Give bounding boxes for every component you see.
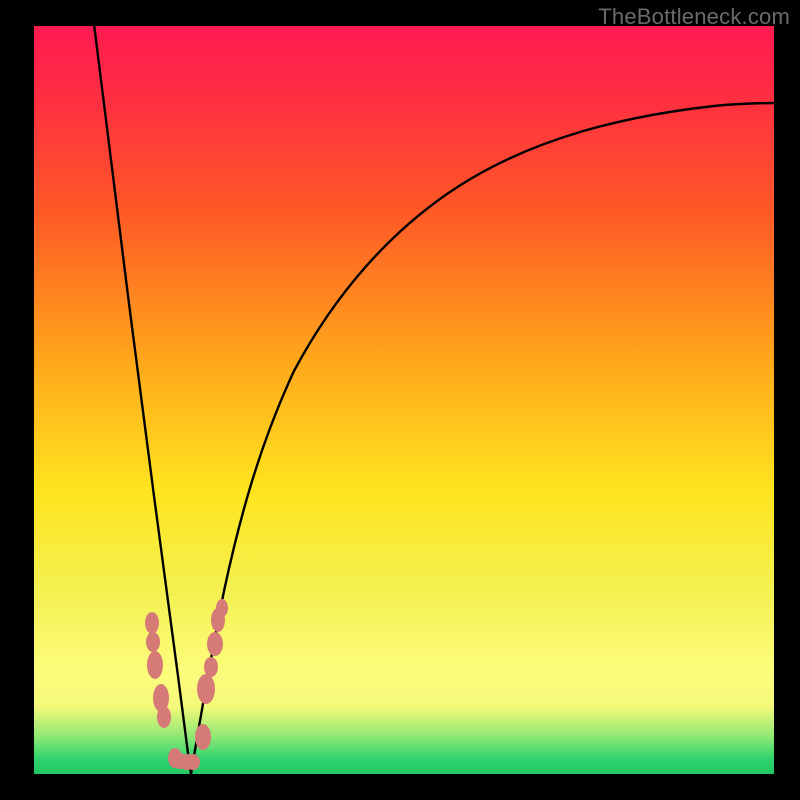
bead xyxy=(157,706,171,728)
bead xyxy=(147,651,163,679)
bead xyxy=(216,599,228,617)
bead xyxy=(197,674,215,704)
watermark-text: TheBottleneck.com xyxy=(598,4,790,30)
bead xyxy=(195,724,211,750)
bead xyxy=(186,754,200,770)
plot-area xyxy=(34,26,774,774)
bead xyxy=(146,632,160,652)
outer-frame: TheBottleneck.com xyxy=(0,0,800,800)
curve-right-branch xyxy=(191,103,774,774)
bead xyxy=(204,657,218,677)
bead xyxy=(145,612,159,634)
curve-left-branch xyxy=(94,26,191,774)
bead xyxy=(207,632,223,656)
curve-layer xyxy=(34,26,774,774)
